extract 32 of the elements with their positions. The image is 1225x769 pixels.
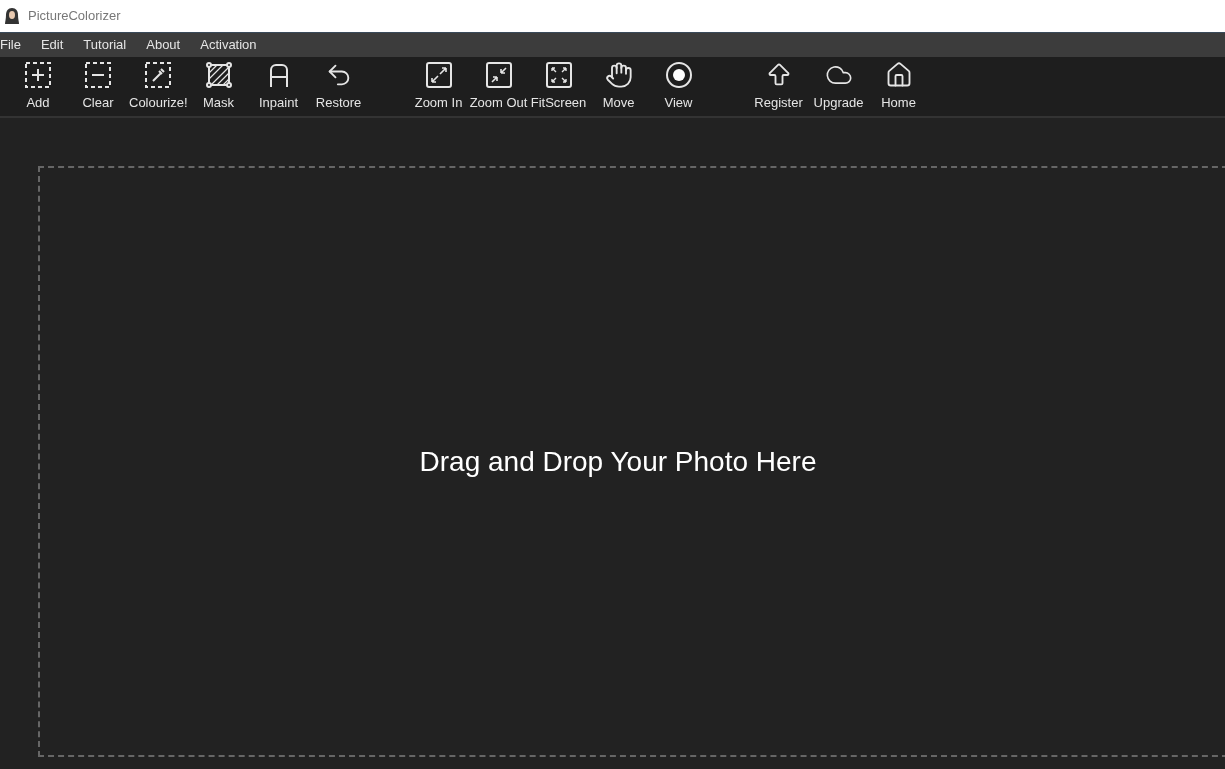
app-logo-icon	[4, 7, 20, 25]
hand-icon	[604, 61, 633, 89]
hatched-square-icon	[204, 61, 233, 89]
drop-hint: Drag and Drop Your Photo Here	[419, 444, 817, 479]
radio-dot-icon	[664, 61, 693, 89]
toolbar-button[interactable]: Mask	[188, 61, 249, 113]
drop-zone[interactable]: Drag and Drop Your Photo Here	[38, 166, 1225, 757]
toolbar-button[interactable]: Inpaint	[248, 61, 309, 113]
toolbar-button[interactable]: Add	[8, 61, 68, 113]
eyedropper-icon	[144, 61, 173, 89]
toolbar-button[interactable]: Clear	[68, 61, 128, 113]
toolbar-button[interactable]: Restore	[308, 61, 369, 113]
fit-screen-icon	[544, 61, 573, 89]
toolbar-button[interactable]: Home	[868, 61, 929, 113]
toolbar-button[interactable]: Move	[588, 61, 649, 113]
expand-icon	[424, 61, 453, 89]
plus-icon	[24, 61, 52, 89]
toolbar-button[interactable]: Zoom In	[408, 61, 469, 113]
minus-icon	[84, 61, 112, 89]
toolbar-button[interactable]: Colourize!	[128, 61, 189, 113]
toolbar-button[interactable]: Zoom Out	[468, 61, 529, 113]
menu-item[interactable]: About	[136, 33, 191, 57]
menu-item[interactable]: Activation	[190, 33, 267, 57]
toolbar-button[interactable]: Upgrade	[808, 61, 869, 113]
shrink-icon	[484, 61, 513, 89]
toolbar-button[interactable]: Register	[748, 61, 809, 113]
menu-item[interactable]: Tutorial	[73, 33, 137, 57]
window-title: PictureColorizer	[28, 7, 121, 26]
toolbar-button[interactable]: FitScreen	[528, 61, 589, 113]
toolbar-button[interactable]: View	[648, 61, 709, 113]
menu-item[interactable]: Edit	[30, 33, 74, 57]
menu-item[interactable]: File	[0, 33, 31, 57]
